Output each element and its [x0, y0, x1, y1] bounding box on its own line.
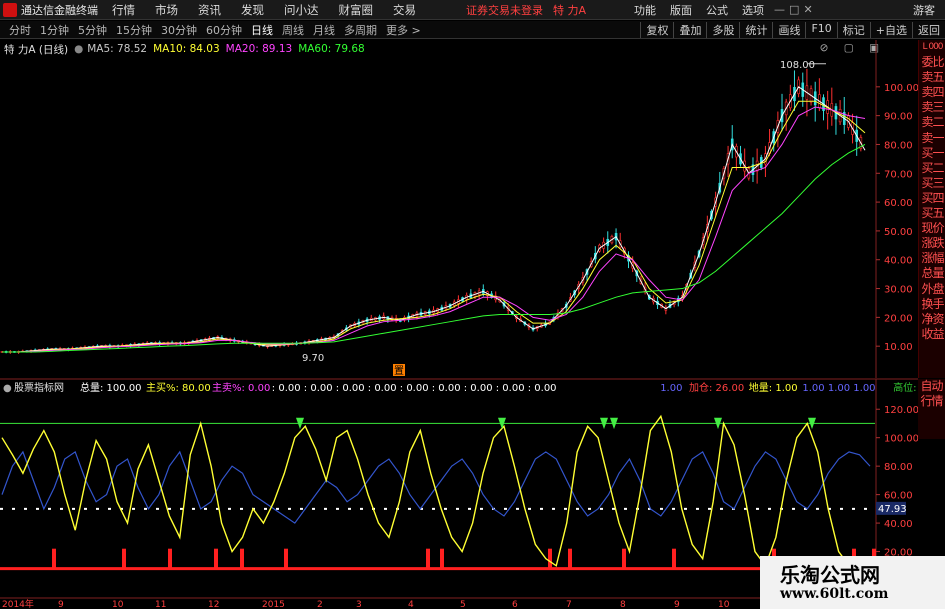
watermark-url: www.60lt.com — [780, 586, 889, 602]
indicator-param-8: 高位: 110.00 — [893, 381, 918, 394]
main-y-label: 70.00 — [884, 169, 913, 180]
add-position-bar — [568, 548, 572, 569]
date-label-13: 9 — [674, 600, 680, 609]
main-y-label: 90.00 — [884, 112, 913, 123]
side-item-5[interactable]: 卖二 — [919, 115, 945, 130]
watermark-title: 乐淘公式网 — [780, 563, 880, 587]
main-y-label: 40.00 — [884, 256, 913, 267]
side-item-17[interactable]: 换手 — [919, 297, 945, 312]
side-item-8[interactable]: 买二 — [919, 161, 945, 176]
side-item-14[interactable]: 涨幅 — [919, 251, 945, 266]
date-label-3: 11 — [155, 600, 166, 609]
indicator-param-0: 总量: 100.00 — [80, 381, 142, 394]
side-item2-0[interactable]: 自动 — [918, 379, 945, 394]
indicator-param-1: 主买%: 80.00 — [146, 382, 211, 394]
indicator-param-5: 加仓: 26.00 — [689, 381, 744, 394]
add-position-bar — [168, 548, 172, 569]
main-y-label: 10.00 — [884, 342, 913, 353]
side-item-12[interactable]: 现价 — [919, 221, 945, 236]
ind-y-label: 40.00 — [884, 519, 913, 530]
high-label: 108.00 — [780, 60, 815, 71]
side-item-0[interactable]: L 000 — [919, 40, 945, 55]
side-item-19[interactable]: 收益 — [919, 327, 945, 342]
date-label-7: 3 — [356, 600, 362, 609]
event-marker: 置 — [394, 365, 404, 377]
main-price-chart: 100.00 90.00 80.00 70.00 60.00 50.00 40.00 30.0… — [0, 40, 918, 378]
side-item-3[interactable]: 卖四 — [919, 85, 945, 100]
date-label-2: 10 — [112, 600, 124, 609]
main-chart-bg — [0, 56, 918, 377]
add-position-bar — [426, 548, 430, 569]
date-label-14: 10 — [718, 600, 730, 609]
date-label-6: 2 — [317, 600, 323, 609]
add-position-bar — [622, 548, 626, 569]
add-position-bar — [122, 548, 126, 569]
date-label-12: 8 — [620, 600, 626, 609]
quote-side-panel: L 000 委比 卖五 卖四 卖三 卖二 卖一 买一 买二 买三 买四 买五 现价 涨跌 涨幅 总量 外盘 换手净… — [918, 40, 945, 378]
sell-line — [1, 450, 871, 524]
ind-y-label: 80.00 — [884, 462, 913, 473]
current-value: 47.93 — [878, 504, 907, 515]
side-item-16[interactable]: 外盘 — [919, 282, 945, 297]
date-label-1: 9 — [58, 600, 64, 609]
indicator-param-7: 1.00 1.00 1.00 — [802, 383, 875, 394]
date-label-5: 2015 — [262, 600, 285, 609]
side-item-10[interactable]: 买四 — [919, 191, 945, 206]
indicator-param-3: : 0.00 : 0.00 : 0.00 : 0.00 : 0.00 : 0.0… — [272, 383, 557, 394]
main-y-label: 30.00 — [884, 285, 913, 296]
add-position-bar — [548, 548, 552, 569]
main-y-label: 60.00 — [884, 198, 913, 209]
ind-y-label: 60.00 — [884, 491, 913, 502]
indicator-settings-icon: ● — [3, 383, 12, 394]
side-item-6[interactable]: 卖一 — [919, 131, 945, 146]
buy-line — [1, 414, 870, 574]
date-label-9: 5 — [460, 600, 466, 609]
add-position-bar — [440, 548, 444, 569]
date-label-8: 4 — [408, 600, 414, 609]
date-label-10: 6 — [512, 600, 518, 609]
side-item-18[interactable]: 净资 — [919, 312, 945, 327]
side-item-9[interactable]: 买三 — [919, 176, 945, 191]
low-label: 9.70 — [302, 353, 324, 364]
side-item2-1[interactable]: 行情 — [918, 394, 945, 409]
side-item-4[interactable]: 卖三 — [919, 100, 945, 115]
side-item-1[interactable]: 委比 — [919, 55, 945, 70]
charts-svg: 100.00 90.00 80.00 70.00 60.00 50.00 40.00 30.0… — [0, 40, 918, 609]
side-item-11[interactable]: 买五 — [919, 206, 945, 221]
indicator-param-6: 地量: 1.00 — [749, 381, 798, 394]
date-label-0: 2014年 — [2, 598, 34, 609]
side-item-7[interactable]: 买一 — [919, 146, 945, 161]
side-item-2[interactable]: 卖五 — [919, 70, 945, 85]
side-item-13[interactable]: 涨跌 — [919, 236, 945, 251]
ind-y-label: 120.00 — [884, 405, 918, 416]
add-position-bar — [52, 548, 56, 569]
quote-side-panel-2: 自动 行情 — [918, 379, 945, 439]
ind-y-label: 100.00 — [884, 434, 918, 445]
add-position-bar — [672, 548, 676, 569]
add-position-bar — [284, 548, 288, 569]
date-label-4: 12 — [208, 600, 219, 609]
main-y-label: 20.00 — [884, 313, 913, 324]
add-position-bar — [240, 548, 244, 569]
indicator-param-2: 主卖%: 0.00 — [212, 382, 270, 394]
main-y-label: 50.00 — [884, 227, 913, 238]
main-y-label: 80.00 — [884, 140, 913, 151]
watermark: 乐淘公式网 www.60lt.com — [760, 556, 945, 609]
date-label-11: 7 — [566, 600, 572, 609]
indicator-name: 股票指标网 — [14, 381, 64, 394]
add-position-bar — [214, 548, 218, 569]
main-y-label: 100.00 — [884, 83, 918, 94]
indicator-param-4: 1.00 — [660, 383, 682, 394]
side-item-15[interactable]: 总量 — [919, 266, 945, 281]
